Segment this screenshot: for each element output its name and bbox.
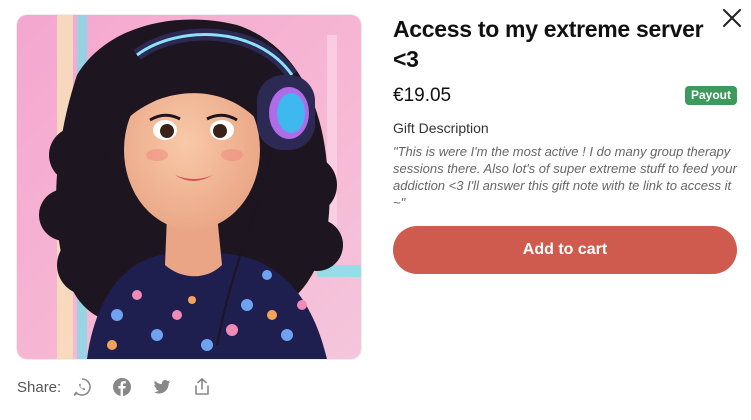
close-icon[interactable]: [720, 6, 744, 30]
share-upload-icon[interactable]: [191, 376, 213, 398]
twitter-icon[interactable]: [151, 376, 173, 398]
whatsapp-icon[interactable]: [71, 376, 93, 398]
description-label: Gift Description: [393, 120, 489, 136]
avatar-illustration: [17, 15, 361, 359]
share-label: Share:: [17, 378, 62, 396]
product-image: [17, 15, 361, 359]
share-row: Share:: [17, 374, 231, 400]
description-text: "This is were I'm the most active ! I do…: [393, 144, 737, 210]
facebook-icon[interactable]: [111, 376, 133, 398]
add-to-cart-button[interactable]: Add to cart: [393, 226, 737, 274]
gift-modal: Access to my extreme server <3 €19.05 Pa…: [0, 0, 751, 420]
payout-badge: Payout: [684, 86, 737, 105]
product-title: Access to my extreme server <3: [393, 16, 704, 72]
product-price: €19.05: [393, 85, 452, 106]
